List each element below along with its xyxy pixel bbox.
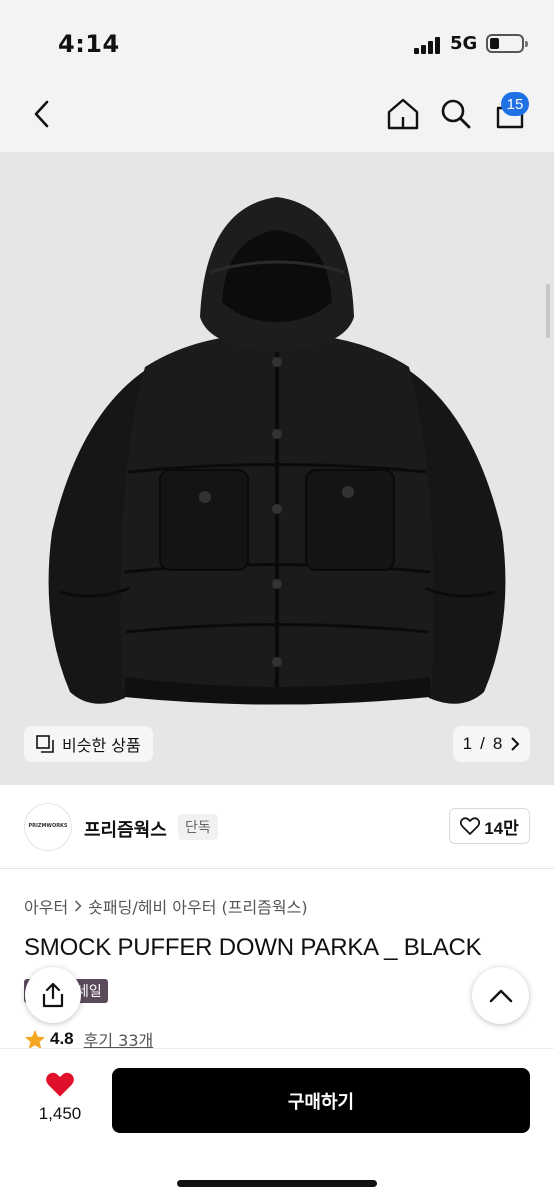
status-time: 4:14 bbox=[58, 30, 120, 58]
copy-icon bbox=[36, 735, 54, 753]
network-label: 5G bbox=[450, 33, 478, 54]
brand-row[interactable]: PRIZMWORKS 프리즘웍스 단독 14만 bbox=[0, 785, 554, 869]
purchase-bar: 1,450 구매하기 bbox=[0, 1048, 554, 1200]
search-icon bbox=[441, 99, 471, 129]
brand-logo[interactable]: PRIZMWORKS bbox=[24, 803, 72, 851]
heart-filled-icon bbox=[46, 1072, 74, 1097]
top-nav bbox=[0, 80, 554, 152]
share-icon bbox=[42, 982, 64, 1008]
rating-score: 4.8 bbox=[50, 1029, 74, 1048]
product-image-gallery[interactable]: 비슷한 상품 1 / 8 bbox=[0, 152, 554, 785]
similar-products-button[interactable]: 비슷한 상품 bbox=[24, 726, 153, 762]
back-button[interactable] bbox=[20, 92, 64, 136]
breadcrumb-item[interactable]: 숏패딩/헤비 아우터 (프리즘웍스) bbox=[88, 894, 307, 918]
wishlist-count: 1,450 bbox=[38, 1104, 82, 1123]
star-icon bbox=[25, 1029, 45, 1049]
product-title: SMOCK PUFFER DOWN PARKA _ BLACK bbox=[24, 934, 482, 961]
pager-current: 1 bbox=[462, 734, 473, 753]
pager-separator: / bbox=[480, 734, 485, 753]
pager-total: 8 bbox=[492, 734, 503, 753]
product-image bbox=[48, 197, 506, 705]
brand-exclusive-tag: 단독 bbox=[178, 814, 218, 840]
brand-like-count: 14만 bbox=[484, 818, 519, 838]
scroll-to-top-button[interactable] bbox=[472, 967, 529, 1024]
similar-products-label: 비슷한 상품 bbox=[62, 736, 141, 755]
status-bar: 4:14 5G bbox=[0, 0, 554, 80]
image-pager[interactable]: 1 / 8 bbox=[453, 726, 530, 762]
signal-icon bbox=[414, 36, 442, 54]
brand-logo-text: PRIZMWORKS bbox=[28, 823, 68, 830]
chevron-right-icon bbox=[75, 900, 82, 912]
buy-button[interactable]: 구매하기 bbox=[112, 1068, 530, 1133]
home-icon bbox=[387, 98, 419, 130]
home-indicator bbox=[177, 1180, 377, 1187]
breadcrumb: 아우터 숏패딩/헤비 아우터 (프리즘웍스) bbox=[24, 894, 308, 918]
chevron-right-icon bbox=[511, 737, 520, 751]
brand-name[interactable]: 프리즘웍스 bbox=[84, 816, 167, 842]
breadcrumb-item[interactable]: 아우터 bbox=[24, 894, 68, 918]
share-button[interactable] bbox=[25, 967, 81, 1023]
brand-like-button[interactable]: 14만 bbox=[449, 808, 530, 844]
search-button[interactable] bbox=[434, 92, 478, 136]
chevron-up-icon bbox=[489, 989, 512, 1002]
home-button[interactable] bbox=[381, 92, 425, 136]
wishlist-button[interactable]: 1,450 bbox=[28, 1071, 92, 1124]
scroll-indicator bbox=[546, 284, 550, 338]
cart-count-badge: 15 bbox=[501, 92, 529, 116]
battery-icon bbox=[486, 34, 528, 53]
chevron-left-icon bbox=[34, 100, 49, 128]
heart-outline-icon bbox=[460, 817, 481, 835]
